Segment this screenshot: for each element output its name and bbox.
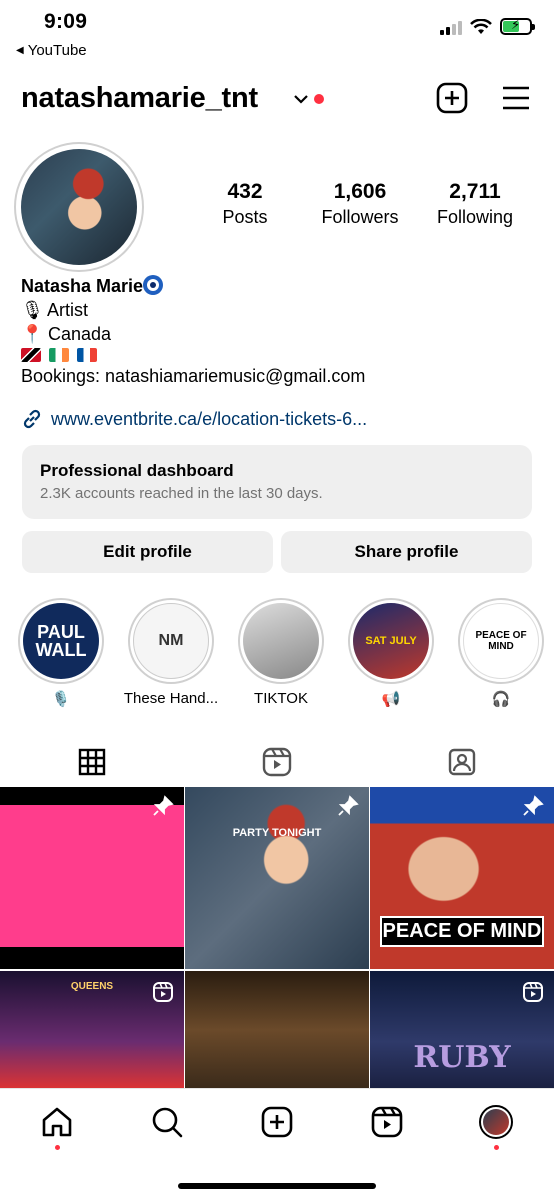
dashboard-subtitle: 2.3K accounts reached in the last 30 day…: [40, 485, 323, 502]
following-label: Following: [436, 207, 514, 227]
reel-badge-icon: [153, 982, 173, 1002]
reel-badge-icon: [523, 982, 543, 1002]
tab-posts-grid[interactable]: [0, 740, 185, 784]
highlight-cover: [243, 603, 319, 679]
location-pin-icon: 📍: [21, 324, 44, 344]
posts-grid: PARTY TONIGHT PEACE OF MIND QUEENS RUBY: [0, 787, 554, 1089]
ireland-flag-icon: [49, 348, 69, 362]
profile-stats: 432 Posts 1,606 Followers 2,711 Followin…: [190, 180, 530, 228]
avatar-image: [21, 149, 137, 265]
home-notification-dot: [55, 1145, 60, 1150]
post-caption: PEACE OF MIND: [380, 916, 544, 947]
bio-line-location: Canada: [48, 324, 112, 344]
stat-posts[interactable]: 432 Posts: [190, 180, 300, 228]
battery-icon: ⚡: [500, 17, 535, 35]
bio-link[interactable]: www.eventbrite.ca/e/location-tickets-6..…: [21, 408, 367, 430]
post-tile[interactable]: PEACE OF MIND: [370, 787, 554, 969]
evil-eye-icon: [143, 275, 164, 295]
followers-count: 1,606: [333, 180, 387, 203]
home-indicator: [178, 1183, 376, 1189]
menu-icon[interactable]: [501, 84, 531, 112]
highlight-cover: PEACE OF MIND: [463, 603, 539, 679]
highlight-label: TIKTOK: [254, 690, 308, 707]
story-highlights: PAUL WALL 🎙️ NM These Hand... TIKTOK SAT…: [0, 598, 554, 718]
link-icon: [23, 409, 41, 429]
profile-bio: Natasha Marie 🎙 Artist 📍 Canada Bookings…: [21, 274, 541, 388]
profile-nav-avatar[interactable]: [479, 1105, 513, 1139]
flags-row: [21, 348, 541, 362]
post-caption: RUBY: [413, 1040, 511, 1075]
post-caption: PARTY TONIGHT: [232, 827, 322, 839]
bio-link-text: www.eventbrite.ca/e/location-tickets-6..…: [51, 408, 368, 429]
highlight-item[interactable]: SAT JULY 📢: [336, 598, 446, 708]
highlight-item[interactable]: TIKTOK: [226, 598, 336, 707]
dashboard-title: Professional dashboard: [40, 461, 234, 480]
profile-avatar[interactable]: [14, 142, 144, 272]
edit-profile-button[interactable]: Edit profile: [22, 531, 273, 573]
profile-tabs: [0, 740, 554, 784]
share-profile-button[interactable]: Share profile: [281, 531, 532, 573]
tab-tagged[interactable]: [369, 740, 554, 784]
highlight-item[interactable]: PAUL WALL 🎙️: [6, 598, 116, 708]
stat-followers[interactable]: 1,606 Followers: [305, 180, 415, 228]
microphone-icon: 🎙: [21, 300, 44, 320]
create-post-icon[interactable]: [436, 82, 468, 114]
bio-bookings: Bookings: natashiamariemusic@gmail.com: [21, 366, 366, 386]
username[interactable]: natashamarie_tnt: [21, 82, 258, 115]
post-tile[interactable]: PARTY TONIGHT: [185, 787, 369, 969]
search-icon[interactable]: [150, 1105, 184, 1139]
chevron-down-icon[interactable]: [293, 93, 309, 105]
back-to-app-link[interactable]: ◀ YouTube: [16, 42, 87, 59]
tab-reels[interactable]: [185, 740, 370, 784]
highlight-label: 🎙️: [51, 691, 71, 708]
pin-icon: [338, 795, 359, 816]
following-count: 2,711: [449, 180, 501, 203]
highlight-label: These Hand...: [123, 690, 219, 707]
highlight-item[interactable]: PEACE OF MIND 🎧: [446, 598, 554, 708]
reels-icon: [262, 747, 292, 777]
display-name: Natasha Marie: [21, 276, 144, 296]
signal-icon: [440, 19, 462, 35]
post-tile[interactable]: [0, 787, 184, 969]
post-tile[interactable]: QUEENS: [0, 971, 184, 1089]
back-arrow-icon: ◀: [16, 45, 24, 56]
back-app-label: YouTube: [27, 42, 87, 59]
home-icon[interactable]: [40, 1105, 74, 1139]
highlight-cover: PAUL WALL: [23, 603, 99, 679]
grid-icon: [79, 748, 106, 776]
status-bar: 9:09 ◀ YouTube ⚡: [0, 0, 554, 64]
reels-nav-icon[interactable]: [370, 1105, 404, 1139]
posts-label: Posts: [222, 207, 268, 227]
status-time: 9:09: [44, 10, 88, 33]
profile-header: natashamarie_tnt: [0, 78, 554, 122]
highlight-label: 📢: [381, 691, 401, 708]
highlight-cover: NM: [133, 603, 209, 679]
status-icons: ⚡: [440, 17, 535, 35]
stat-following[interactable]: 2,711 Following: [420, 180, 530, 228]
pin-icon: [523, 795, 544, 816]
tagged-person-icon: [448, 748, 475, 776]
notification-dot: [314, 94, 324, 104]
france-flag-icon: [77, 348, 97, 362]
pin-icon: [153, 795, 174, 816]
bio-line-artist: Artist: [47, 300, 89, 320]
create-icon[interactable]: [260, 1105, 294, 1139]
posts-count: 432: [227, 180, 263, 203]
post-tile[interactable]: [185, 971, 369, 1089]
trinidad-flag-icon: [21, 348, 41, 362]
followers-label: Followers: [321, 207, 399, 227]
highlight-cover: SAT JULY: [353, 603, 429, 679]
highlight-item[interactable]: NM These Hand...: [116, 598, 226, 707]
post-tile[interactable]: RUBY: [370, 971, 554, 1089]
highlight-label: 🎧: [491, 691, 511, 708]
profile-notification-dot: [494, 1145, 499, 1150]
wifi-icon: [470, 18, 492, 34]
professional-dashboard[interactable]: Professional dashboard 2.3K accounts rea…: [22, 445, 532, 519]
